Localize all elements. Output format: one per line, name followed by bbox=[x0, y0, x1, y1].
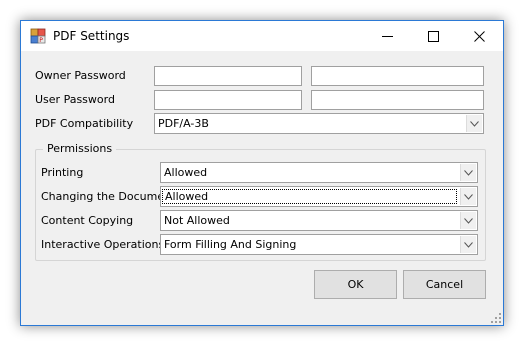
owner-password-input[interactable] bbox=[154, 66, 302, 86]
pdf-compatibility-select[interactable]: PDF/A-3B bbox=[154, 113, 484, 134]
ok-button[interactable]: OK bbox=[314, 270, 397, 299]
dropdown-arrow[interactable] bbox=[460, 236, 476, 253]
dropdown-arrow[interactable] bbox=[460, 188, 476, 205]
changing-document-value: Allowed bbox=[162, 189, 457, 204]
window-title: PDF Settings bbox=[53, 29, 130, 43]
close-icon bbox=[473, 30, 485, 42]
printing-label: Printing bbox=[41, 166, 84, 179]
pdf-compatibility-value: PDF/A-3B bbox=[158, 117, 209, 130]
pdf-settings-dialog: P PDF Settings Owner Password User Passw… bbox=[20, 20, 504, 326]
pdf-app-icon: P bbox=[30, 28, 46, 44]
user-password-label: User Password bbox=[35, 93, 115, 106]
changing-document-select[interactable]: Allowed bbox=[160, 186, 478, 207]
chevron-down-icon bbox=[464, 193, 473, 200]
user-password-confirm-input[interactable] bbox=[311, 90, 484, 110]
owner-password-label: Owner Password bbox=[35, 69, 126, 82]
chevron-down-icon bbox=[464, 169, 473, 176]
printing-value: Allowed bbox=[164, 166, 208, 179]
minimize-button[interactable] bbox=[364, 21, 410, 51]
printing-select[interactable]: Allowed bbox=[160, 162, 478, 183]
title-bar[interactable]: P PDF Settings bbox=[21, 21, 503, 51]
dropdown-arrow[interactable] bbox=[466, 115, 482, 132]
permissions-group-title: Permissions bbox=[43, 142, 117, 155]
content-copying-value: Not Allowed bbox=[164, 214, 230, 227]
maximize-icon bbox=[427, 30, 439, 42]
dropdown-arrow[interactable] bbox=[460, 164, 476, 181]
content-copying-select[interactable]: Not Allowed bbox=[160, 210, 478, 231]
dropdown-arrow[interactable] bbox=[460, 212, 476, 229]
minimize-icon bbox=[381, 35, 393, 37]
user-password-input[interactable] bbox=[154, 90, 302, 110]
interactive-operations-value: Form Filling And Signing bbox=[164, 238, 297, 251]
resize-grip-icon[interactable] bbox=[491, 313, 501, 323]
owner-password-confirm-input[interactable] bbox=[311, 66, 484, 86]
chevron-down-icon bbox=[464, 217, 473, 224]
changing-document-label: Changing the Document bbox=[41, 190, 176, 203]
svg-text:P: P bbox=[39, 37, 43, 44]
content-copying-label: Content Copying bbox=[41, 214, 134, 227]
pdf-compatibility-label: PDF Compatibility bbox=[35, 117, 134, 130]
interactive-operations-label: Interactive Operations bbox=[41, 238, 165, 251]
chevron-down-icon bbox=[470, 120, 479, 127]
interactive-operations-select[interactable]: Form Filling And Signing bbox=[160, 234, 478, 255]
chevron-down-icon bbox=[464, 241, 473, 248]
close-button[interactable] bbox=[456, 21, 502, 51]
maximize-button[interactable] bbox=[410, 21, 456, 51]
cancel-button[interactable]: Cancel bbox=[403, 270, 486, 299]
